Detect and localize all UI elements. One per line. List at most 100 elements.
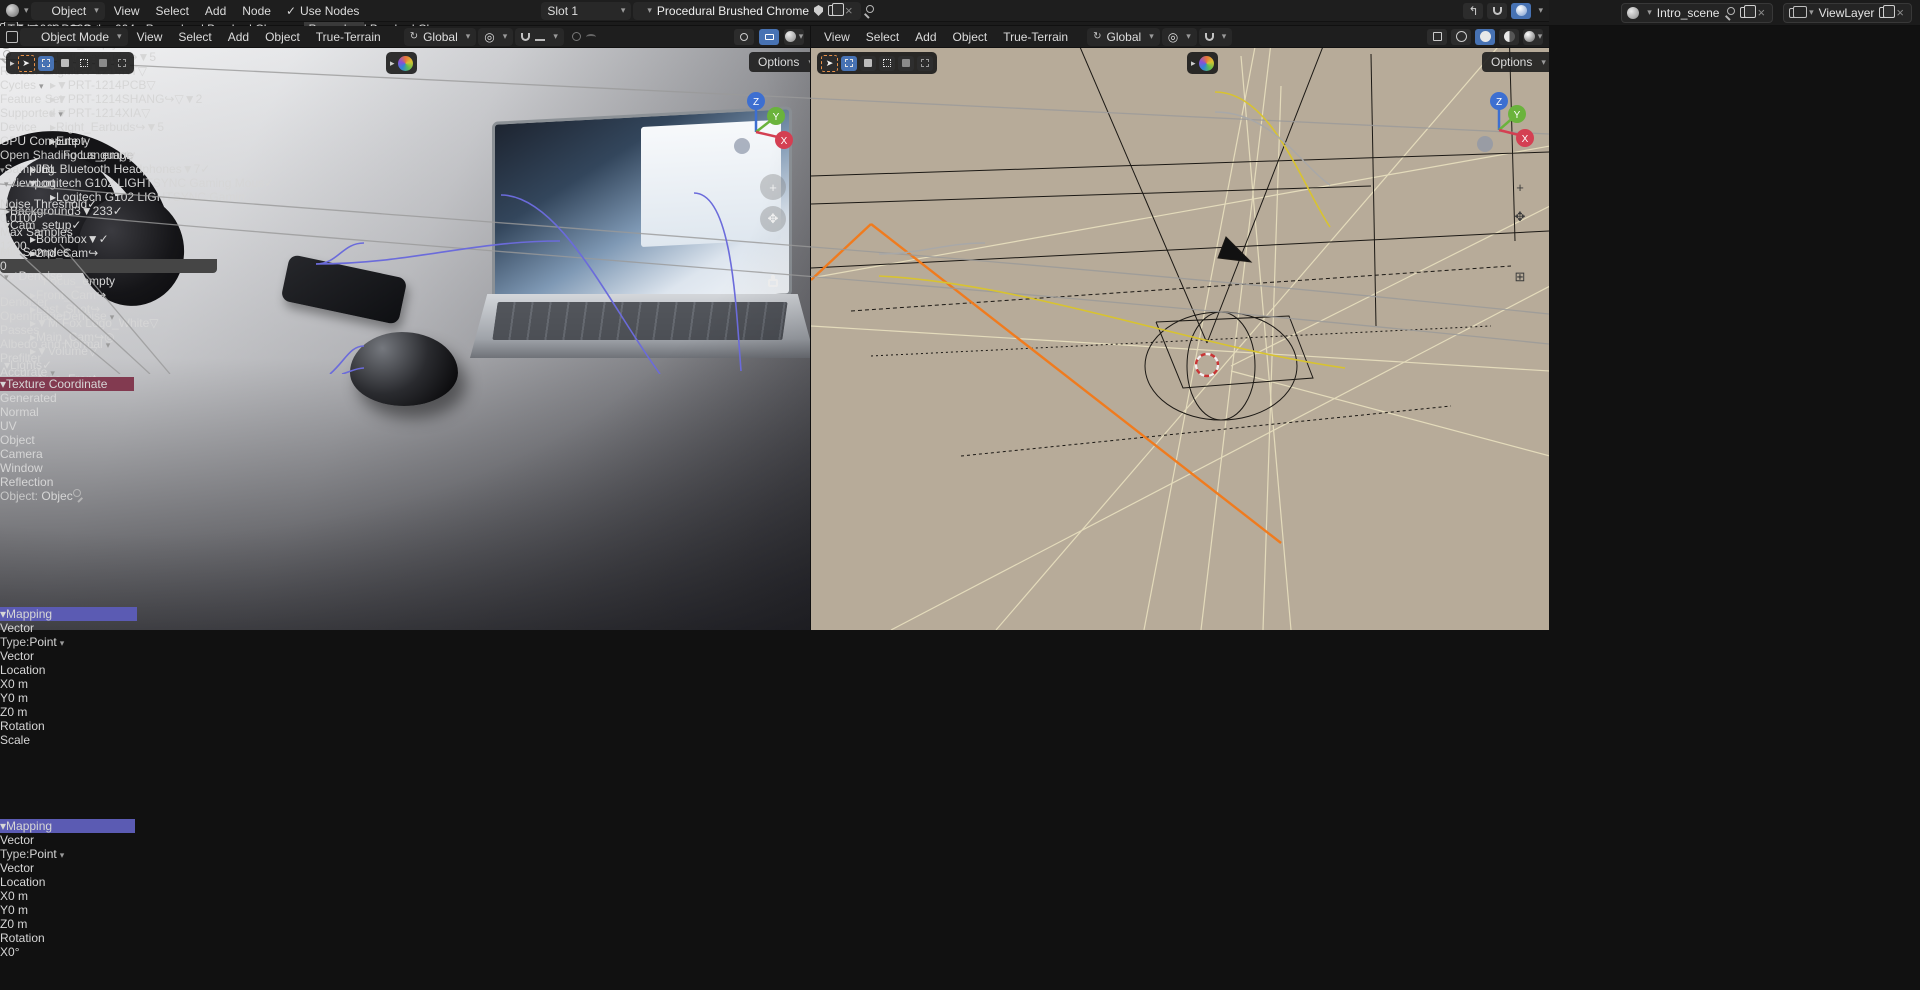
- toolbar-expand-icon[interactable]: ▸: [10, 58, 15, 69]
- pivot-point-dropdown[interactable]: ◎▾: [478, 28, 513, 46]
- location-values[interactable]: X0 m Y0 m Z0 m: [0, 889, 135, 931]
- svg-text:Z: Z: [753, 97, 759, 108]
- editor-type-icon[interactable]: [6, 4, 19, 17]
- lock-view-widget[interactable]: [760, 270, 786, 296]
- shading-material[interactable]: [1499, 29, 1519, 45]
- menu-add[interactable]: Add: [198, 2, 233, 20]
- tool-header-popover[interactable]: ▸: [386, 52, 417, 74]
- shader-type-dropdown[interactable]: Object▾: [31, 2, 105, 20]
- menu-view[interactable]: View: [817, 28, 857, 46]
- perspective-widget[interactable]: ⊞: [1507, 264, 1533, 290]
- copy-icon[interactable]: [828, 5, 838, 16]
- remove-icon[interactable]: ×: [1894, 5, 1906, 20]
- unlink-icon[interactable]: ×: [1755, 5, 1767, 20]
- select-mode-invert[interactable]: [898, 56, 914, 71]
- navigation-gizmo[interactable]: Z Y X: [734, 88, 798, 158]
- mapping-type-dropdown[interactable]: Point▾: [29, 847, 64, 861]
- pan-widget[interactable]: ✥: [760, 206, 786, 232]
- location-values[interactable]: X0 m Y0 m Z0 m: [0, 677, 137, 719]
- select-mode-intersect[interactable]: [114, 56, 130, 71]
- viewport-left-header: Object Mode▾ View Select Add Object True…: [0, 26, 810, 48]
- object-icon: [37, 6, 47, 16]
- menu-select[interactable]: Select: [859, 28, 906, 46]
- shader-header: ▾ Object▾ View Select Add Node ✓ Use Nod…: [0, 0, 1549, 22]
- snap-controls[interactable]: ▾: [1199, 28, 1233, 46]
- menu-object[interactable]: Object: [946, 28, 995, 46]
- menu-view[interactable]: View: [130, 28, 170, 46]
- tool-header-popover[interactable]: ▸: [1187, 52, 1218, 74]
- proportional-editing[interactable]: [566, 28, 602, 46]
- menu-true-terrain[interactable]: True-Terrain: [996, 28, 1075, 46]
- pin-icon[interactable]: [1724, 7, 1735, 18]
- navigation-gizmo[interactable]: Z Y X: [1475, 88, 1539, 158]
- node-texture-coordinate[interactable]: ▾Texture Coordinate Generated Normal UV …: [0, 377, 134, 607]
- menu-object[interactable]: Object: [258, 28, 307, 46]
- shading-solid[interactable]: [1475, 29, 1495, 45]
- select-mode-new[interactable]: [38, 56, 54, 71]
- overlay-toggle[interactable]: [1511, 3, 1531, 19]
- fake-user-shield-icon[interactable]: [814, 5, 823, 16]
- rotation-values[interactable]: X0°: [0, 945, 135, 959]
- shading-dropdown[interactable]: ▾: [784, 29, 804, 45]
- menu-add[interactable]: Add: [221, 28, 256, 46]
- mode-dropdown[interactable]: Object Mode▾: [20, 28, 128, 46]
- insert-keyframe-icon[interactable]: ↰: [1463, 3, 1483, 19]
- menu-view[interactable]: View: [107, 2, 147, 20]
- viewlayer-selector[interactable]: ▾ ViewLayer ×: [1783, 3, 1912, 23]
- gizmo-toggle[interactable]: [734, 29, 754, 45]
- zoom-widget[interactable]: +: [760, 174, 786, 200]
- snap-magnet-icon[interactable]: [521, 33, 530, 41]
- shading-wireframe[interactable]: [1451, 29, 1471, 45]
- menu-node[interactable]: Node: [235, 2, 278, 20]
- editor-type-icon[interactable]: [6, 31, 18, 43]
- menu-select[interactable]: Select: [149, 2, 196, 20]
- transform-orientation-dropdown[interactable]: ↻Global▾: [404, 28, 477, 46]
- node-canvas[interactable]: ▸ Table.003 › ▽ Cube.004 › Procedural Br…: [0, 22, 1549, 990]
- select-mode-new[interactable]: [841, 56, 857, 71]
- xray-toggle[interactable]: [1427, 29, 1447, 45]
- select-mode-invert[interactable]: [95, 56, 111, 71]
- copy-icon[interactable]: [1740, 7, 1750, 18]
- eyedropper-icon[interactable]: [73, 489, 84, 500]
- unlink-icon[interactable]: ×: [843, 3, 855, 18]
- use-nodes-checkbox[interactable]: ✓: [286, 4, 296, 18]
- scene-selector[interactable]: ▾ Intro_scene ×: [1621, 3, 1773, 23]
- select-mode-extend[interactable]: [860, 56, 876, 71]
- scene-name[interactable]: Intro_scene: [1657, 6, 1720, 20]
- material-selector[interactable]: ▾ Procedural Brushed Chrome ×: [633, 2, 860, 20]
- object-mode-icon: [26, 32, 36, 42]
- options-button[interactable]: Options▾: [749, 52, 810, 72]
- pan-widget[interactable]: ✥: [1507, 204, 1533, 230]
- select-mode-intersect[interactable]: [917, 56, 933, 71]
- overlays-toggle[interactable]: [759, 29, 779, 45]
- transform-orientation-dropdown[interactable]: ↻Global▾: [1087, 28, 1160, 46]
- node-mapping-1[interactable]: ▾Mapping Vector Type:Point▾ Vector Locat…: [0, 607, 137, 819]
- menu-true-terrain[interactable]: True-Terrain: [309, 28, 388, 46]
- mapping-type-dropdown[interactable]: Point▾: [29, 635, 64, 649]
- select-box-tool-icon[interactable]: ➤: [821, 55, 838, 72]
- options-button[interactable]: Options▾: [1482, 52, 1549, 72]
- pin-icon[interactable]: [863, 5, 874, 16]
- snap-magnet-icon[interactable]: [1487, 3, 1507, 19]
- select-mode-extend[interactable]: [57, 56, 73, 71]
- menu-select[interactable]: Select: [171, 28, 218, 46]
- pivot-point-dropdown[interactable]: ◎▾: [1162, 28, 1197, 46]
- copy-icon[interactable]: [1879, 7, 1889, 18]
- viewport-right-header: View Select Add Object True-Terrain ↻Glo…: [811, 26, 1549, 48]
- select-mode-subtract[interactable]: [76, 56, 92, 71]
- viewlayer-name[interactable]: ViewLayer: [1819, 6, 1875, 20]
- camera-view-widget[interactable]: [1507, 234, 1533, 260]
- select-box-tool-icon[interactable]: ➤: [18, 55, 35, 72]
- select-mode-subtract[interactable]: [879, 56, 895, 71]
- shading-rendered[interactable]: ▾: [1523, 29, 1543, 45]
- snap-controls[interactable]: ▾: [515, 28, 564, 46]
- menu-add[interactable]: Add: [908, 28, 943, 46]
- camera-view-widget[interactable]: [760, 238, 786, 264]
- material-name[interactable]: Procedural Brushed Chrome: [657, 4, 809, 18]
- slot-dropdown[interactable]: Slot 1▾: [541, 2, 631, 20]
- node-mapping-2[interactable]: ▾Mapping Vector Type:Point▾ Vector Locat…: [0, 819, 135, 990]
- snap-magnet-icon[interactable]: [1205, 33, 1214, 41]
- zoom-widget[interactable]: +: [1507, 174, 1533, 200]
- object-picker-field[interactable]: Objec: [41, 489, 83, 503]
- svg-text:X: X: [781, 136, 788, 147]
